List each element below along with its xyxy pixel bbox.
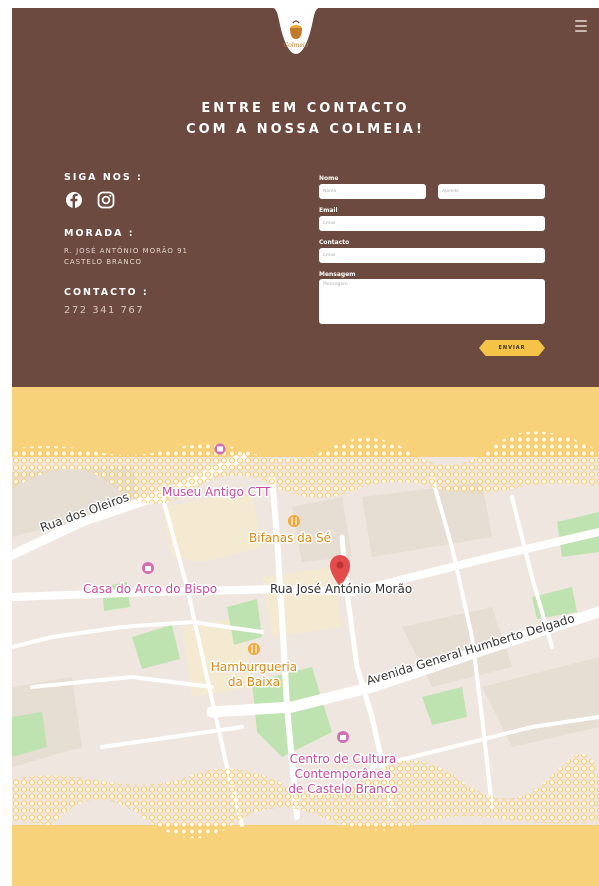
- title-line-1: ENTRE EM CONTACTO: [201, 101, 410, 116]
- title-line-2: COM A NOSSA COLMEIA!: [186, 122, 425, 137]
- map-label-hamburgueria-1: Hamburgueria: [211, 660, 297, 674]
- map[interactable]: Rua dos Oleiros Museu Antigo CTT Bifanas…: [12, 387, 599, 886]
- map-label-hamburgueria-2: da Baixa: [228, 675, 280, 689]
- facebook-icon[interactable]: [65, 191, 83, 209]
- email-label: Email: [319, 207, 338, 214]
- map-label-museum: Museu Antigo CTT: [162, 485, 271, 499]
- landmark-icon: [337, 731, 349, 743]
- phone-input[interactable]: [319, 248, 545, 263]
- map-label-centro-1: Centro de Cultura: [290, 752, 397, 766]
- museum-icon: [214, 443, 226, 455]
- restaurant-icon: [288, 515, 300, 527]
- submit-button[interactable]: ENVIAR: [479, 340, 545, 356]
- follow-label: SIGA NOS :: [64, 172, 143, 183]
- hamburger-menu-icon[interactable]: [575, 20, 587, 35]
- contact-label: CONTACTO :: [64, 287, 149, 298]
- message-textarea[interactable]: [319, 279, 545, 324]
- menu-bar: [575, 30, 587, 32]
- page-title: ENTRE EM CONTACTO COM A NOSSA COLMEIA!: [12, 98, 599, 140]
- map-label-centro-3: de Castelo Branco: [288, 782, 397, 796]
- first-name-input[interactable]: [319, 184, 426, 199]
- message-label: Mensagem: [319, 271, 356, 278]
- address-line-1: R. JOSÉ ANTÓNIO MORÃO 91: [64, 247, 189, 255]
- name-label: Nome: [319, 175, 339, 182]
- map-label-bifanas: Bifanas da Sé: [249, 531, 331, 545]
- instagram-icon[interactable]: [97, 191, 115, 209]
- restaurant-icon: [248, 643, 260, 655]
- email-input[interactable]: [319, 216, 545, 231]
- map-section: Rua dos Oleiros Museu Antigo CTT Bifanas…: [12, 387, 599, 886]
- menu-bar: [575, 25, 587, 27]
- map-label-street: Rua José António Morão: [270, 582, 412, 596]
- map-label-centro-2: Contemporânea: [295, 767, 392, 781]
- logo-text: Colmeia: [284, 42, 309, 49]
- last-name-input[interactable]: [438, 184, 545, 199]
- logo-badge[interactable]: Colmeia: [265, 6, 327, 60]
- address-line-2: CASTELO BRANCO: [64, 258, 143, 266]
- page: Colmeia ENTRE EM CONTACTO COM A NOSSA CO…: [12, 6, 599, 886]
- map-label-casa: Casa do Arco do Bispo: [83, 582, 217, 596]
- address-label: MORADA :: [64, 228, 135, 239]
- phone-number[interactable]: 272 341 767: [64, 305, 144, 316]
- contact-section: Colmeia ENTRE EM CONTACTO COM A NOSSA CO…: [12, 6, 599, 387]
- phone-label: Contacto: [319, 239, 350, 246]
- landmark-icon: [142, 562, 154, 574]
- menu-bar: [575, 20, 587, 22]
